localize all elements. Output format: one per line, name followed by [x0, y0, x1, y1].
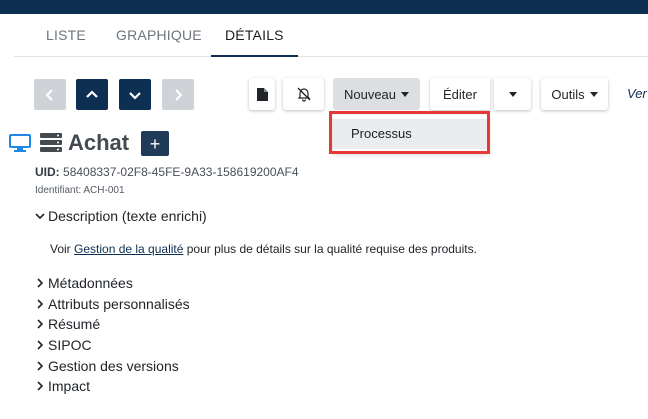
bell-slash-icon — [297, 87, 310, 102]
plus-icon: + — [149, 133, 161, 154]
add-button[interactable]: + — [141, 131, 169, 156]
caret-down-icon — [508, 91, 517, 97]
editer-button[interactable]: Éditer — [430, 78, 490, 110]
version-link[interactable]: Ver — [627, 86, 647, 101]
section-label: Résumé — [48, 316, 101, 332]
outils-label: Outils — [551, 86, 585, 102]
section-label: Métadonnées — [48, 275, 133, 291]
section-label: Attributs personnalisés — [48, 296, 190, 312]
identifiant-line: Identifiant: ACH-001 — [35, 185, 125, 196]
editer-label: Éditer — [443, 86, 477, 102]
nouveau-label: Nouveau — [343, 86, 397, 102]
chevron-down-icon — [35, 213, 45, 220]
chevron-right-icon — [37, 299, 44, 309]
next-button[interactable] — [162, 79, 194, 110]
move-down-button[interactable] — [119, 79, 151, 110]
section-metadonnees[interactable]: Métadonnées — [34, 275, 133, 291]
view-tabs: LISTE GRAPHIQUE DÉTAILS — [14, 14, 648, 57]
chevron-left-icon — [45, 88, 53, 101]
tab-liste[interactable]: LISTE — [46, 14, 86, 56]
section-impact[interactable]: Impact — [34, 378, 90, 394]
description-text: Voir Gestion de la qualité pour plus de … — [50, 242, 477, 256]
section-resume[interactable]: Résumé — [34, 316, 100, 332]
caret-down-icon — [589, 91, 598, 97]
section-description[interactable]: Description (texte enrichi) — [34, 208, 207, 224]
gestion-qualite-link[interactable]: Gestion de la qualité — [74, 242, 183, 256]
uid-value: 58408337-02F8-45FE-9A33-158619200AF4 — [63, 165, 299, 179]
description-text-before: Voir — [50, 242, 75, 256]
section-gestion-des-versions[interactable]: Gestion des versions — [34, 358, 179, 374]
server-icon — [40, 133, 62, 152]
previous-button[interactable] — [34, 79, 66, 110]
uid-line: UID: 58408337-02F8-45FE-9A33-158619200AF… — [35, 165, 299, 179]
page-title: Achat — [68, 130, 130, 155]
top-bar — [0, 0, 648, 14]
outils-dropdown-button[interactable]: Outils — [541, 78, 608, 110]
description-text-after: pour plus de détails sur la qualité requ… — [183, 242, 477, 256]
section-sipoc[interactable]: SIPOC — [34, 337, 92, 353]
chevron-right-icon — [37, 319, 44, 329]
chevron-right-icon — [37, 340, 44, 350]
identifiant-value: ACH-001 — [83, 185, 125, 196]
section-label: Impact — [48, 378, 91, 394]
document-button[interactable] — [249, 78, 275, 110]
chevron-right-icon — [37, 361, 44, 371]
move-up-button[interactable] — [76, 79, 108, 110]
section-attributs-personnalises[interactable]: Attributs personnalisés — [34, 296, 190, 312]
chevron-right-icon — [37, 278, 44, 288]
section-label: SIPOC — [48, 337, 92, 353]
identifiant-label: Identifiant: — [35, 185, 82, 196]
nouveau-dropdown-button[interactable]: Nouveau — [333, 78, 420, 110]
chevron-right-icon — [37, 381, 44, 391]
notifications-off-button[interactable] — [283, 78, 324, 110]
chevron-up-icon — [86, 89, 98, 98]
editer-options-button[interactable] — [494, 78, 531, 110]
tab-details[interactable]: DÉTAILS — [211, 14, 298, 57]
uid-label: UID: — [35, 165, 60, 179]
file-icon — [256, 87, 268, 101]
section-description-label: Description (texte enrichi) — [48, 208, 207, 224]
tab-graphique[interactable]: GRAPHIQUE — [116, 14, 202, 56]
section-label: Gestion des versions — [48, 358, 179, 374]
caret-down-icon — [401, 91, 410, 97]
highlight-box — [329, 111, 490, 154]
monitor-icon — [9, 134, 31, 152]
chevron-down-icon — [129, 91, 141, 100]
chevron-right-icon — [175, 88, 183, 101]
